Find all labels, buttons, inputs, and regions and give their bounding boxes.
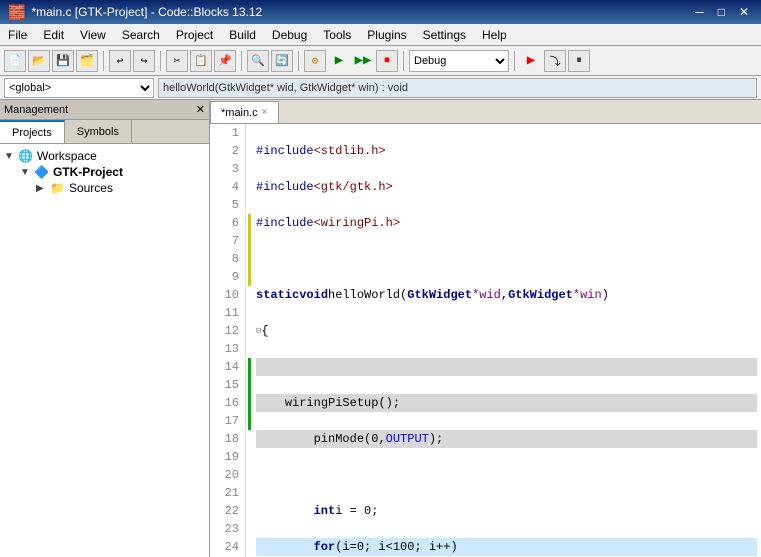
tab-projects[interactable]: Projects: [0, 120, 65, 143]
management-close-icon[interactable]: ✕: [196, 103, 205, 116]
stop-btn[interactable]: ⏹: [376, 50, 398, 72]
code-line-1: #include <stdlib.h>: [256, 142, 757, 160]
code-line-4: [256, 250, 757, 268]
menu-settings[interactable]: Settings: [415, 24, 474, 45]
code-line-6: ⊟{: [256, 322, 757, 340]
tab-label: *main.c: [221, 107, 258, 119]
sep3: [241, 51, 242, 71]
menu-bar: File Edit View Search Project Build Debu…: [0, 24, 761, 46]
minimize-btn[interactable]: ─: [691, 5, 708, 19]
project-label: GTK-Project: [53, 165, 123, 179]
open-btn[interactable]: 📂: [28, 50, 50, 72]
workspace-label: Workspace: [37, 149, 97, 163]
copy-btn[interactable]: 📋: [190, 50, 212, 72]
menu-file[interactable]: File: [0, 24, 35, 45]
green-bar: [248, 358, 251, 430]
tree-gtk-project[interactable]: ▼ 🔷 GTK-Project: [4, 164, 205, 180]
menu-view[interactable]: View: [72, 24, 114, 45]
management-header: Management ✕: [0, 100, 209, 120]
debug-config-select[interactable]: Debug Release: [409, 50, 509, 72]
code-editor[interactable]: #include <stdlib.h> #include <gtk/gtk.h>…: [252, 124, 761, 557]
debug-step-btn[interactable]: ⤵: [544, 50, 566, 72]
sep2: [160, 51, 161, 71]
code-line-3: #include <wiringPi.h>: [256, 214, 757, 232]
tab-bar: *main.c ×: [210, 100, 761, 124]
new-btn[interactable]: 📄: [4, 50, 26, 72]
code-line-9: pinMode (0, OUTPUT);: [256, 430, 757, 448]
menu-build[interactable]: Build: [221, 24, 264, 45]
management-tabs: Projects Symbols: [0, 120, 209, 144]
code-content[interactable]: 12345 678910 1112131415 1617181920 21222…: [210, 124, 761, 557]
sources-expand-icon: ▶: [36, 183, 46, 194]
code-line-2: #include <gtk/gtk.h>: [256, 178, 757, 196]
code-line-10: [256, 466, 757, 484]
menu-plugins[interactable]: Plugins: [359, 24, 414, 45]
save-all-btn[interactable]: 🗂️: [76, 50, 98, 72]
tab-symbols[interactable]: Symbols: [65, 120, 132, 143]
code-line-8: wiringPiSetup();: [256, 394, 757, 412]
tree-workspace[interactable]: ▼ 🌐 Workspace: [4, 148, 205, 164]
menu-project[interactable]: Project: [168, 24, 221, 45]
gutter: [246, 124, 252, 557]
main-area: Management ✕ Projects Symbols ▼ 🌐 Worksp…: [0, 100, 761, 557]
project-tree: ▼ 🌐 Workspace ▼ 🔷 GTK-Project ▶ 📁 Source…: [0, 144, 209, 557]
redo-btn[interactable]: ↪: [133, 50, 155, 72]
menu-help[interactable]: Help: [474, 24, 515, 45]
menu-debug[interactable]: Debug: [264, 24, 315, 45]
code-line-12: for(i=0; i<100; i++): [256, 538, 757, 556]
sep6: [514, 51, 515, 71]
find-btn[interactable]: 🔍: [247, 50, 269, 72]
code-line-7: [256, 358, 757, 376]
save-btn[interactable]: 💾: [52, 50, 74, 72]
tab-main-c[interactable]: *main.c ×: [210, 101, 279, 123]
code-area: *main.c × 12345 678910 1112131415 161718…: [210, 100, 761, 557]
code-line-5: static void helloWorld (GtkWidget *wid, …: [256, 286, 757, 304]
maximize-btn[interactable]: □: [714, 5, 729, 19]
scope-bar: <global> helloWorld(GtkWidget* wid, GtkW…: [0, 76, 761, 100]
line-numbers: 12345 678910 1112131415 1617181920 21222…: [210, 124, 246, 557]
workspace-expand-icon: ▼: [4, 151, 14, 162]
sep5: [403, 51, 404, 71]
undo-btn[interactable]: ↩: [109, 50, 131, 72]
sep1: [103, 51, 104, 71]
paste-btn[interactable]: 📌: [214, 50, 236, 72]
title-bar: 🧱 *main.c [GTK-Project] - Code::Blocks 1…: [0, 0, 761, 24]
close-btn[interactable]: ✕: [735, 5, 753, 19]
scope-select-left[interactable]: <global>: [4, 78, 154, 98]
code-line-11: int i = 0;: [256, 502, 757, 520]
build-run-btn[interactable]: ▶▶: [352, 50, 374, 72]
toolbar: 📄 📂 💾 🗂️ ↩ ↪ ✂ 📋 📌 🔍 🔄 ⚙ ▶ ▶▶ ⏹ Debug Re…: [0, 46, 761, 76]
sources-folder-icon: 📁: [50, 181, 65, 195]
workspace-icon: 🌐: [18, 149, 33, 163]
project-icon: 🔷: [34, 165, 49, 179]
tab-close-icon[interactable]: ×: [262, 107, 268, 118]
replace-btn[interactable]: 🔄: [271, 50, 293, 72]
debug-stop-btn[interactable]: ⏸: [568, 50, 590, 72]
menu-tools[interactable]: Tools: [315, 24, 359, 45]
menu-edit[interactable]: Edit: [35, 24, 72, 45]
title-text: *main.c [GTK-Project] - Code::Blocks 13.…: [31, 5, 262, 19]
build-btn[interactable]: ⚙: [304, 50, 326, 72]
tree-sources[interactable]: ▶ 📁 Sources: [4, 180, 205, 196]
menu-search[interactable]: Search: [114, 24, 168, 45]
project-expand-icon: ▼: [20, 167, 30, 178]
management-title: Management: [4, 104, 68, 116]
run-btn[interactable]: ▶: [328, 50, 350, 72]
sep4: [298, 51, 299, 71]
sources-label: Sources: [69, 181, 113, 195]
yellow-bar: [248, 214, 251, 286]
management-panel: Management ✕ Projects Symbols ▼ 🌐 Worksp…: [0, 100, 210, 557]
app-icon: 🧱: [8, 4, 25, 21]
debug-run-btn[interactable]: ▶: [520, 50, 542, 72]
cut-btn[interactable]: ✂: [166, 50, 188, 72]
scope-label-right: helloWorld(GtkWidget* wid, GtkWidget* wi…: [158, 78, 757, 98]
